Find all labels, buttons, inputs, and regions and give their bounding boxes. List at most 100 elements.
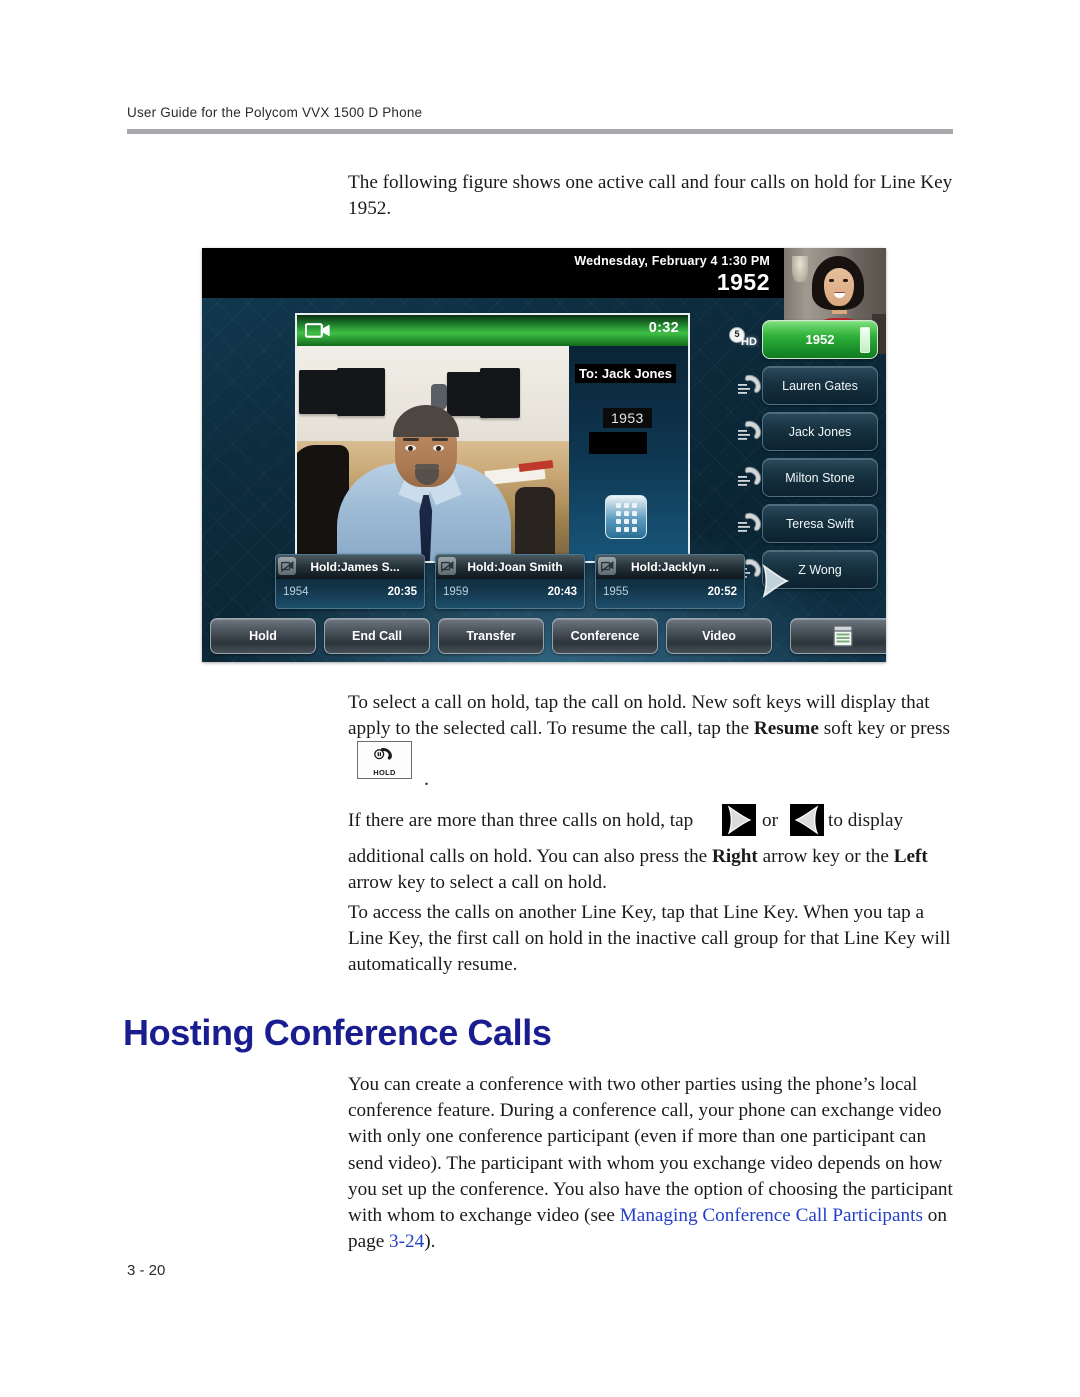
soft-key-label: Hold [249, 629, 277, 643]
hold-call-header: Hold:Jacklyn ... [596, 555, 744, 579]
left-key-emphasis: Left [893, 846, 928, 867]
running-header: User Guide for the Polycom VVX 1500 D Ph… [127, 105, 953, 134]
next-calls-right-arrow-icon[interactable] [758, 563, 792, 599]
more-calls-text-1: If there are more than three calls on ho… [348, 810, 694, 831]
header-rule [127, 129, 953, 134]
hold-call-extension: 1954 [283, 586, 309, 598]
link-managing-conference-call-participants[interactable]: Managing Conference Call Participants [620, 1205, 923, 1226]
resume-softkey-emphasis: Resume [753, 718, 819, 740]
handset-icon [737, 464, 765, 490]
line-key-1952[interactable]: 5 HD 1952 [729, 320, 878, 359]
hold-call-header: Hold:James S... [276, 555, 424, 579]
hold-call-tile[interactable]: Hold:James S... 1954 20:35 [275, 554, 425, 609]
more-calls-text-2: to display [828, 810, 904, 831]
active-call-body: To: Jack Jones 1953 [297, 346, 688, 561]
call-party-label: To: Jack Jones [575, 364, 676, 383]
section-body-3: ). [424, 1231, 436, 1253]
running-header-text: User Guide for the Polycom VVX 1500 D Ph… [127, 105, 423, 120]
line-key-jack-jones[interactable]: Jack Jones [738, 412, 878, 451]
line-key-label: Jack Jones [788, 424, 852, 439]
soft-key-hold[interactable]: Hold [210, 618, 316, 654]
calls-on-hold-row: Hold:James S... 1954 20:35 Hold:Joan Smi… [275, 554, 745, 609]
hold-call-name: Hold:Joan Smith [467, 560, 563, 574]
far-video-eyebrow-left [403, 438, 419, 441]
far-video-monitor [480, 368, 520, 418]
camera-muted-icon [438, 557, 456, 575]
handset-icon [737, 510, 765, 536]
paragraph-another-line-key: To access the calls on another Line Key,… [348, 902, 951, 976]
soft-key-label: Transfer [466, 629, 516, 643]
link-page-3-24[interactable]: 3-24 [389, 1231, 424, 1252]
soft-key-bar: Hold End Call Transfer Conference Video [210, 618, 886, 654]
sentence-period: . [424, 768, 429, 790]
hold-call-tile[interactable]: Hold:Joan Smith 1959 20:43 [435, 554, 585, 609]
far-video-chair [515, 487, 555, 561]
hold-call-details: 1959 20:43 [436, 579, 584, 605]
hd-label: HD [741, 336, 757, 348]
far-end-video[interactable] [297, 346, 569, 561]
more-calls-text-3: additional calls on hold. You can also p… [348, 846, 712, 867]
line-key-milton-stone[interactable]: Milton Stone [738, 458, 878, 497]
line-key-label: 1952 [805, 332, 835, 347]
self-view-eye-left [829, 279, 834, 282]
soft-key-label: Video [702, 629, 736, 643]
hold-call-header: Hold:Joan Smith [436, 555, 584, 579]
paragraph-more-calls-rest: additional calls on hold. You can also p… [348, 844, 962, 896]
left-arrow-icon[interactable] [790, 804, 824, 836]
hold-call-name: Hold:James S... [310, 560, 400, 574]
status-datetime: Wednesday, February 4 1:30 PM [574, 254, 770, 268]
camera-muted-icon [598, 557, 616, 575]
section-body-1: You can create a conference with two oth… [348, 1074, 953, 1227]
menu-list-icon [833, 625, 853, 647]
far-video-pupil-left [408, 446, 413, 451]
call-info-panel: To: Jack Jones 1953 [569, 346, 688, 561]
soft-key-video[interactable]: Video [666, 618, 772, 654]
paragraph-hosting-conference-calls: You can create a conference with two oth… [348, 1072, 962, 1255]
active-call-window[interactable]: 0:32 To: Jack Jones 1953 [295, 313, 690, 563]
line-key-label: Z Wong [798, 562, 842, 577]
soft-key-label: End Call [351, 629, 402, 643]
phone-status-bar: Wednesday, February 4 1:30 PM 1952 [202, 248, 784, 298]
paragraph-intro: The following figure shows one active ca… [348, 172, 953, 220]
far-video-eyebrow-right [432, 438, 448, 441]
handset-icon [737, 418, 765, 444]
select-hold-text-2: soft key or press [818, 718, 950, 740]
line-key-teresa-swift[interactable]: Teresa Swift [738, 504, 878, 543]
line-key-list: 5 HD 1952 Lauren Gates Jack Jones Milton… [729, 320, 878, 596]
hold-hard-key-icon: HOLD [357, 741, 412, 779]
dialpad-icon[interactable] [605, 495, 647, 539]
soft-key-end-call[interactable]: End Call [324, 618, 430, 654]
right-arrow-icon[interactable] [722, 804, 756, 836]
far-video-pupil-right [436, 446, 441, 451]
line-key-indicator-bar [860, 327, 870, 353]
handset-icon [737, 372, 765, 398]
line-key-label: Milton Stone [785, 470, 855, 485]
hold-call-duration: 20:52 [707, 586, 737, 598]
video-camera-icon [304, 323, 331, 338]
line-key-lauren-gates[interactable]: Lauren Gates [738, 366, 878, 405]
hold-call-name: Hold:Jacklyn ... [630, 560, 720, 574]
line-key-label: Teresa Swift [785, 516, 855, 531]
hold-call-duration: 20:35 [387, 586, 417, 598]
page-footer: 3 - 20 [127, 1262, 166, 1279]
active-call-titlebar: 0:32 [297, 315, 688, 346]
self-view-eye-right [843, 279, 848, 282]
soft-key-conference[interactable]: Conference [552, 618, 658, 654]
more-calls-text-4: arrow key or the [757, 846, 889, 867]
hold-call-details: 1955 20:52 [596, 579, 744, 605]
call-info-shadow-block [589, 432, 647, 454]
hold-call-extension: 1959 [443, 586, 469, 598]
status-extension: 1952 [716, 269, 770, 295]
dialpad-grid [615, 502, 637, 532]
hold-glyph [358, 746, 411, 762]
soft-key-menu[interactable] [790, 618, 886, 654]
call-party-number: 1953 [603, 408, 652, 428]
hold-call-details: 1954 20:35 [276, 579, 424, 605]
right-key-emphasis: Right [711, 846, 758, 867]
self-view-person-face [824, 268, 854, 306]
hold-call-tile[interactable]: Hold:Jacklyn ... 1955 20:52 [595, 554, 745, 609]
soft-key-label: Conference [570, 629, 640, 643]
far-video-monitor [337, 368, 385, 416]
soft-key-transfer[interactable]: Transfer [438, 618, 544, 654]
hold-key-label: HOLD [373, 768, 396, 777]
